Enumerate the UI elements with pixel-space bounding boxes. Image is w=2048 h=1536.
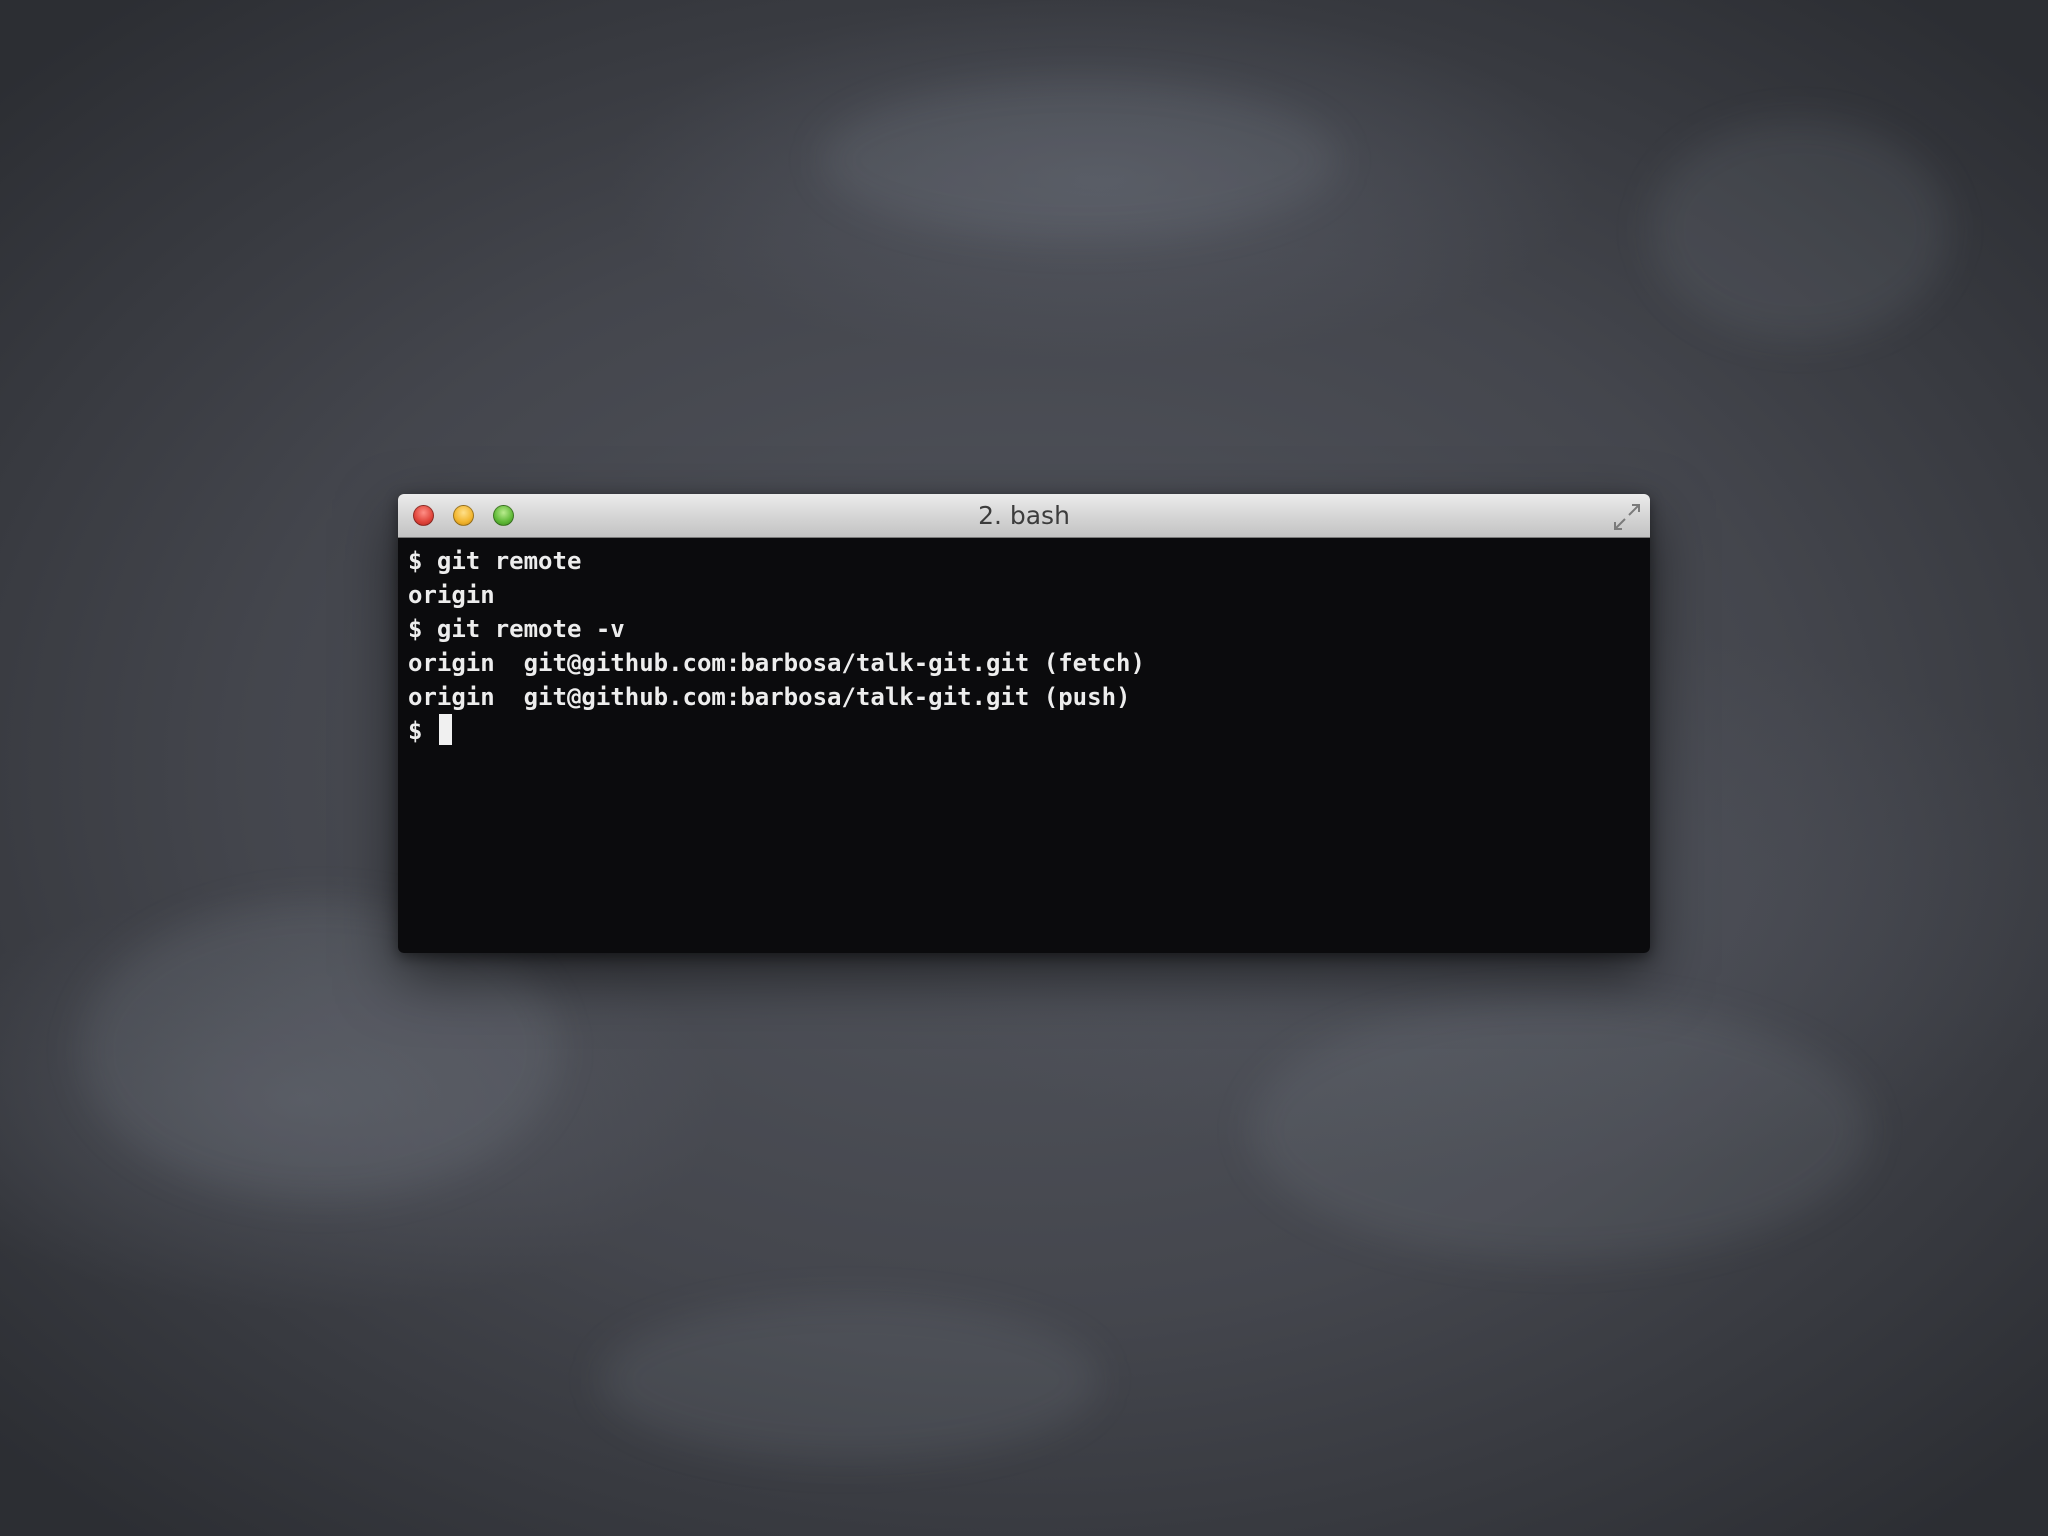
terminal-window: 2. bash $ git remote origin $ git remote… bbox=[398, 494, 1650, 953]
window-title: 2. bash bbox=[978, 501, 1070, 530]
text-cursor bbox=[438, 714, 452, 745]
prompt-line[interactable]: $ bbox=[408, 714, 1640, 748]
terminal-line: $ git remote bbox=[408, 547, 582, 575]
title-bar[interactable]: 2. bash bbox=[398, 494, 1650, 538]
terminal-line: origin bbox=[408, 581, 495, 609]
terminal-line: origin git@github.com:barbosa/talk-git.g… bbox=[408, 649, 1145, 677]
terminal-output[interactable]: $ git remote origin $ git remote -v orig… bbox=[398, 538, 1650, 953]
shell-prompt: $ bbox=[408, 717, 437, 745]
terminal-line: origin git@github.com:barbosa/talk-git.g… bbox=[408, 683, 1131, 711]
fullscreen-icon[interactable] bbox=[1612, 502, 1642, 532]
terminal-line: $ git remote -v bbox=[408, 615, 625, 643]
